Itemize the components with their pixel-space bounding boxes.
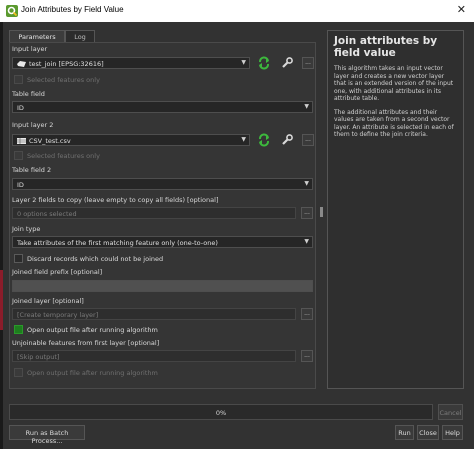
splitter-grip[interactable]	[320, 207, 323, 217]
splitter-handle[interactable]	[319, 42, 325, 389]
input-layer-select[interactable]: test_join [EPSG:32616] ▼	[12, 57, 250, 69]
chevron-down-icon: ▼	[241, 59, 246, 66]
fields-to-copy-label: Layer 2 fields to copy (leave empty to c…	[12, 196, 219, 204]
left-edge	[0, 22, 3, 449]
polygon-layer-icon	[17, 61, 26, 67]
parameters-panel: Input layer test_join [EPSG:32616] ▼ ...…	[9, 42, 316, 389]
help-title: Join attributes by field value	[334, 35, 438, 59]
chevron-down-icon: ▼	[304, 180, 309, 187]
title-bar: Join Attributes by Field Value ✕	[0, 0, 474, 22]
cancel-button[interactable]: Cancel	[438, 404, 463, 420]
table-field-select[interactable]: ID ▼	[12, 101, 313, 113]
iterate-icon[interactable]	[257, 56, 271, 70]
input-layer-2-label: Input layer 2	[12, 121, 54, 129]
prefix-label: Joined field prefix [optional]	[12, 268, 103, 276]
input-layer-2-select[interactable]: CSV_test.csv ▼	[12, 134, 250, 146]
chevron-down-icon: ▼	[304, 103, 309, 110]
help-paragraph: The additional attributes and their valu…	[334, 108, 454, 139]
fields-to-copy-button[interactable]: ...	[301, 207, 313, 219]
discard-records-checkbox[interactable]	[14, 254, 23, 263]
run-button[interactable]: Run	[395, 425, 414, 440]
joined-layer-label: Joined layer [optional]	[12, 297, 84, 305]
selected-only-label-2: Selected features only	[27, 152, 100, 160]
progress-bar: 0%	[9, 404, 433, 420]
unjoinable-button[interactable]: ...	[301, 350, 313, 362]
joined-layer-button[interactable]: ...	[301, 308, 313, 320]
help-button[interactable]: Help	[442, 425, 463, 440]
table-field-2-label: Table field 2	[12, 166, 52, 174]
chevron-down-icon: ▼	[304, 238, 309, 245]
open-output-checkbox-2[interactable]	[14, 368, 23, 377]
input-layer-label: Input layer	[12, 45, 48, 53]
selected-only-label-1: Selected features only	[27, 76, 100, 84]
unjoinable-label: Unjoinable features from first layer [op…	[12, 339, 160, 347]
join-type-label: Join type	[12, 225, 41, 233]
input-layer-options-button[interactable]: ...	[302, 57, 314, 69]
window-title: Join Attributes by Field Value	[21, 5, 124, 14]
input-layer-2-options-button[interactable]: ...	[302, 134, 314, 146]
unjoinable-input[interactable]: [Skip output]	[12, 350, 296, 362]
help-panel: Join attributes by field value This algo…	[327, 30, 464, 389]
open-output-label: Open output file after running algorithm	[27, 326, 158, 334]
wrench-icon[interactable]	[280, 133, 294, 147]
open-output-checkbox[interactable]	[14, 325, 23, 334]
join-type-select[interactable]: Take attributes of the first matching fe…	[12, 236, 313, 248]
close-window-icon[interactable]: ✕	[457, 3, 466, 16]
table-field-label: Table field	[12, 90, 45, 98]
joined-layer-input[interactable]: [Create temporary layer]	[12, 308, 296, 320]
table-layer-icon	[17, 138, 26, 144]
batch-process-button[interactable]: Run as Batch Process...	[9, 425, 85, 445]
dialog-window: Join Attributes by Field Value ✕ Paramet…	[0, 0, 474, 449]
open-output-label-2: Open output file after running algorithm	[27, 369, 158, 377]
table-field-2-select[interactable]: ID ▼	[12, 178, 313, 190]
background-window-edge	[0, 270, 3, 330]
chevron-down-icon: ▼	[241, 136, 246, 143]
wrench-icon[interactable]	[280, 56, 294, 70]
fields-to-copy-input[interactable]: 0 options selected	[12, 207, 296, 219]
selected-only-checkbox-1[interactable]	[14, 75, 23, 84]
selected-only-checkbox-2[interactable]	[14, 151, 23, 160]
prefix-input[interactable]	[12, 280, 313, 292]
iterate-icon[interactable]	[257, 133, 271, 147]
progress-text: 0%	[215, 409, 227, 417]
discard-records-label: Discard records which could not be joine…	[27, 255, 164, 263]
help-paragraph: This algorithm takes an input vector lay…	[334, 65, 454, 102]
close-button[interactable]: Close	[417, 425, 439, 440]
qgis-icon	[6, 5, 18, 17]
